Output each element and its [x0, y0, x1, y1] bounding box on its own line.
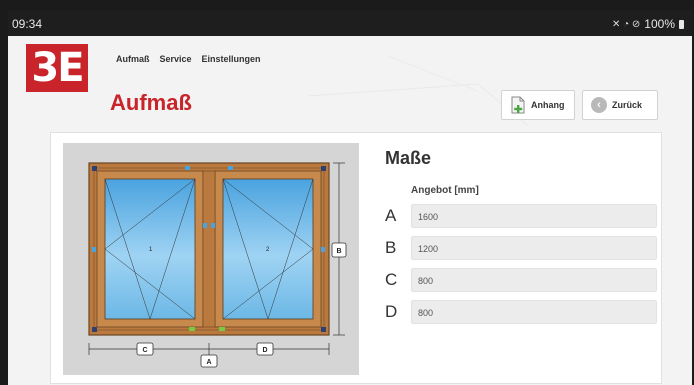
app-screen: 3E Aufmaß Service Einstellungen Aufmaß A… — [8, 36, 692, 385]
add-document-icon — [511, 96, 525, 114]
nav-item-settings[interactable]: Einstellungen — [202, 54, 261, 64]
dimension-label-d: D — [256, 342, 274, 356]
dimension-letter: A — [385, 206, 397, 225]
dimension-row-d: D 800 — [385, 300, 657, 324]
nav-item-aufmass[interactable]: Aufmaß — [116, 54, 150, 64]
dimension-d-input[interactable]: 800 — [411, 300, 657, 324]
dimension-letter: C — [385, 270, 398, 289]
dimension-c-input[interactable]: 800 — [411, 268, 657, 292]
dimension-label-b: B — [331, 242, 347, 258]
window-drawing: 1 2 C D A B — [63, 143, 359, 375]
dimension-b-input[interactable]: 1200 — [411, 236, 657, 260]
svg-text:D: D — [262, 347, 267, 354]
svg-text:A: A — [206, 359, 211, 366]
signal-icons: ✕ ◔ ⊘ — [611, 18, 641, 30]
attach-button-label: Anhang — [531, 100, 565, 110]
center-mullion — [202, 170, 216, 328]
status-bar: 09:34 ✕ ◔ ⊘ 100% — [8, 10, 692, 36]
battery-icon — [679, 19, 684, 29]
battery-percentage: 100% — [644, 17, 675, 31]
dimensions-title: Maße — [385, 148, 432, 168]
dimension-a-input[interactable]: 1600 — [411, 204, 657, 228]
dimension-label-a: A — [200, 354, 218, 368]
company-logo: 3E — [26, 44, 88, 92]
svg-text:C: C — [142, 347, 147, 354]
nav-item-service[interactable]: Service — [160, 54, 192, 64]
dimension-letter: B — [385, 238, 397, 257]
window-diagram: 1 2 C D A B — [88, 162, 347, 368]
back-button-label: Zurück — [612, 100, 643, 110]
offer-column-header: Angebot [mm] — [411, 185, 479, 196]
top-navigation: Aufmaß Service Einstellungen — [116, 54, 261, 64]
back-arrow-icon: ‹ — [591, 97, 607, 113]
dimension-row-b: B 1200 — [385, 236, 657, 260]
dimension-letter: D — [385, 302, 398, 321]
tablet-device: 09:34 ✕ ◔ ⊘ 100% 3E Aufmaß Service Einst… — [0, 0, 694, 385]
dimension-label-c: C — [136, 342, 154, 356]
dimension-row-c: C 800 — [385, 268, 657, 292]
svg-text:B: B — [336, 248, 341, 255]
page-title: Aufmaß — [110, 90, 192, 115]
dimension-row-a: A 1600 — [385, 204, 657, 228]
dimensions-panel: 1 2 C D A B Maße Angebot [mm] A 1600 B 1… — [50, 132, 662, 384]
attach-button[interactable]: Anhang — [501, 90, 575, 120]
status-time: 09:34 — [12, 17, 43, 31]
status-indicators: ✕ ◔ ⊘ 100% — [612, 17, 684, 31]
back-button[interactable]: ‹ Zurück — [582, 90, 658, 120]
